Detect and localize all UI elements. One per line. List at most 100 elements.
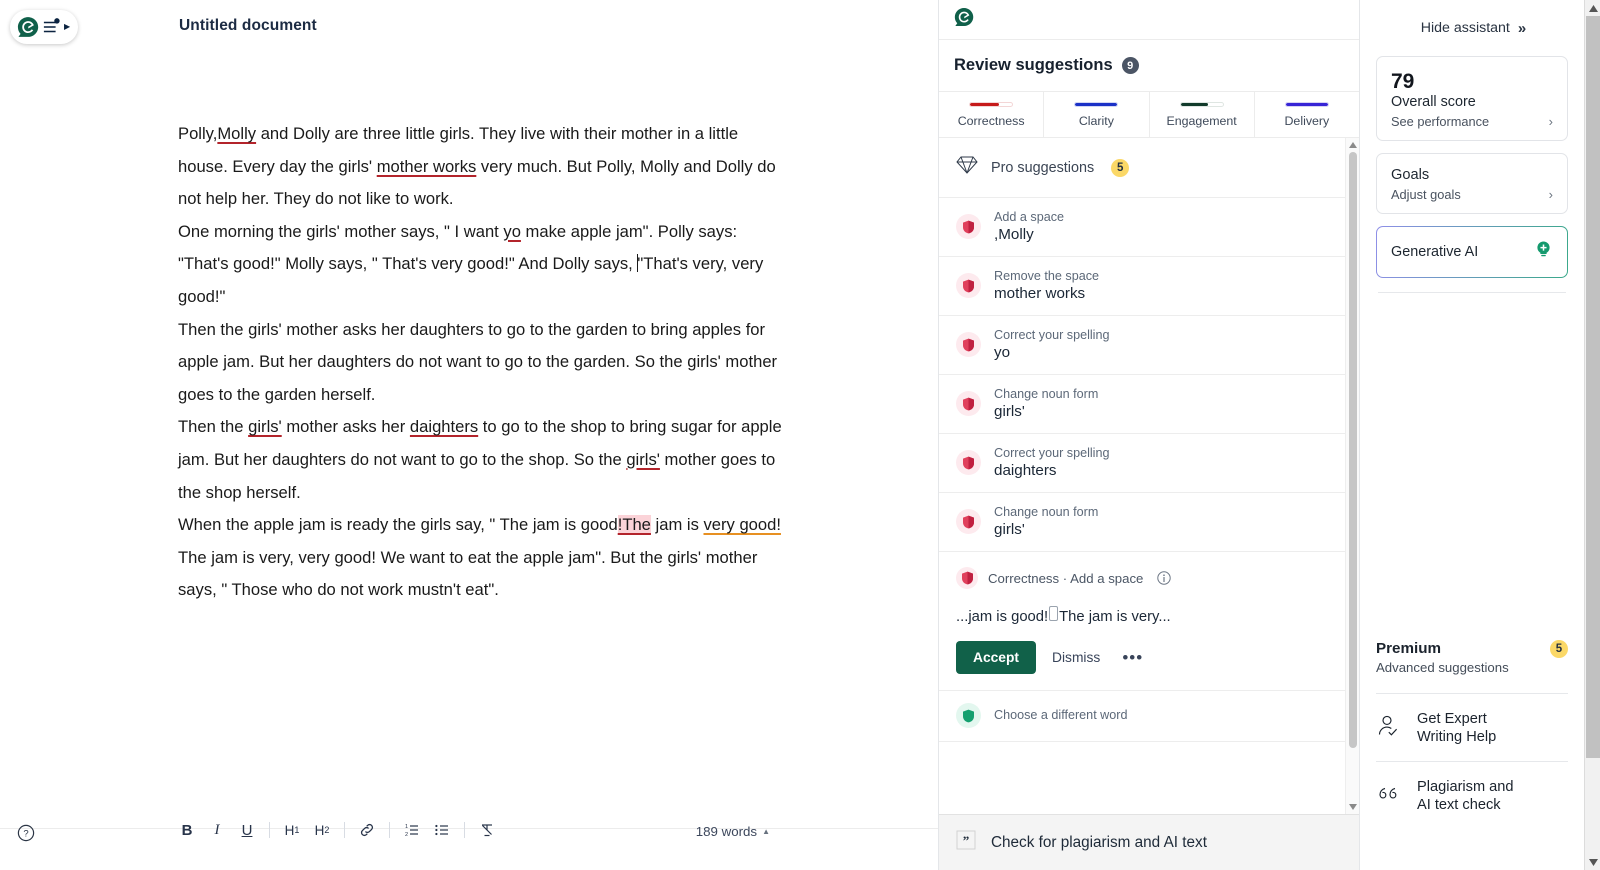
toolbar-divider: [269, 822, 270, 838]
accept-button[interactable]: Accept: [956, 641, 1037, 674]
panel-title: Review suggestions: [954, 56, 1113, 74]
document-text-run: The jam is very, very good! We want to e…: [178, 547, 758, 600]
adjust-goals-label: Adjust goals: [1391, 187, 1461, 203]
panel-scrollbar[interactable]: [1345, 138, 1359, 814]
suggestion-target-text: girls': [994, 521, 1025, 538]
editor-bottom-toolbar: ? B I U H1 H2 1 2 189 words ▲: [0, 822, 938, 870]
panel-scrollbar-thumb[interactable]: [1349, 152, 1357, 748]
generative-ai-label: Generative AI: [1391, 244, 1479, 261]
adjust-goals-link[interactable]: Adjust goals ›: [1391, 187, 1553, 202]
document-text-run: mother asks her: [281, 417, 410, 437]
help-circle-icon[interactable]: ?: [17, 824, 35, 842]
document-text-run: Polly,: [178, 124, 218, 143]
premium-row[interactable]: Premium Advanced suggestions 5: [1376, 640, 1568, 675]
card-header: Correctness · Add a space: [956, 567, 1342, 589]
suggestion-item[interactable]: Choose a different word: [939, 691, 1359, 742]
pro-suggestions-row[interactable]: Pro suggestions 5: [939, 138, 1359, 198]
active-suggestion-highlight[interactable]: !The: [617, 515, 651, 535]
correctness-shield-icon: [956, 450, 981, 475]
suggestion-item[interactable]: Remove the space mother works: [939, 257, 1359, 316]
suggestions-scroll-area[interactable]: Pro suggestions 5 Add a space ,Molly Remove …: [939, 138, 1359, 814]
correctness-shield-icon: [956, 214, 981, 239]
engagement-suggestion-underline[interactable]: very good!: [703, 515, 780, 534]
grammarly-g-icon: [954, 7, 974, 32]
correctness-shield-icon: [956, 567, 978, 589]
toolbar-divider: [344, 822, 345, 838]
plagiarism-ai-check-label: Plagiarism and AI text check: [1417, 779, 1514, 813]
chevron-right-icon: ›: [1548, 187, 1553, 203]
grammar-error-underline[interactable]: girls': [248, 417, 282, 436]
grammarly-logo-pill[interactable]: ▶: [10, 10, 78, 44]
page-scroll-up-arrow-icon[interactable]: [1585, 0, 1600, 16]
goals-card[interactable]: Goals Adjust goals ›: [1376, 153, 1568, 215]
svg-text:?: ?: [23, 829, 28, 840]
grammarly-editor-app: ▶ Untitled document Polly,Molly and Doll…: [0, 0, 1600, 870]
suggestion-kind: Choose a different word: [994, 707, 1128, 722]
document-title[interactable]: Untitled document: [179, 17, 317, 35]
suggestion-item[interactable]: Change noun form girls': [939, 493, 1359, 552]
premium-subtitle: Advanced suggestions: [1376, 660, 1509, 675]
sliders-icon: [42, 18, 62, 36]
overall-score-label: Overall score: [1391, 94, 1476, 111]
category-tab-correctness[interactable]: Correctness: [939, 92, 1045, 137]
suggestions-panel: Review suggestions 9 Correctness Clarity E…: [938, 0, 1360, 870]
page-scroll-down-arrow-icon[interactable]: [1585, 854, 1600, 870]
suggestion-kind: Correct your spelling: [994, 328, 1110, 342]
see-performance-link[interactable]: See performance ›: [1391, 114, 1553, 129]
pro-suggestions-badge: 5: [1111, 158, 1130, 177]
grammar-error-underline[interactable]: daighters: [410, 417, 478, 436]
correctness-shield-icon: [956, 332, 981, 357]
suggestion-item[interactable]: Change noun form girls': [939, 375, 1359, 434]
word-count[interactable]: 189 words ▲: [696, 824, 770, 839]
more-options-button[interactable]: •••: [1116, 649, 1149, 666]
scroll-up-arrow-icon[interactable]: [1346, 138, 1359, 152]
plagiarism-ai-check-link[interactable]: Plagiarism and AI text check: [1376, 762, 1568, 829]
document-text-area[interactable]: Polly,Molly and Dolly are three little g…: [178, 118, 786, 607]
bold-button[interactable]: B: [172, 817, 202, 843]
premium-title: Premium: [1376, 640, 1441, 657]
grammar-error-underline[interactable]: yo: [503, 222, 521, 241]
dismiss-button[interactable]: Dismiss: [1050, 646, 1102, 669]
suggestion-item[interactable]: Add a space ,Molly: [939, 198, 1359, 257]
generative-ai-card[interactable]: Generative AI: [1376, 226, 1568, 278]
category-tab-clarity[interactable]: Clarity: [1044, 92, 1150, 137]
ordered-list-icon[interactable]: 1 2: [397, 817, 427, 843]
document-text-run: One morning the girls' mother says, " I …: [178, 221, 504, 241]
diamond-icon: [956, 156, 978, 179]
bullet-list-icon[interactable]: [427, 817, 457, 843]
link-icon[interactable]: [352, 817, 382, 843]
category-label: Delivery: [1284, 113, 1330, 128]
category-tab-delivery[interactable]: Delivery: [1255, 92, 1359, 137]
category-progress-bar: [1179, 101, 1224, 107]
underline-button[interactable]: U: [232, 817, 262, 843]
suggestion-kind: Add a space: [994, 210, 1065, 224]
correctness-shield-icon: [956, 391, 981, 416]
hide-assistant-label: Hide assistant: [1420, 20, 1510, 36]
clear-formatting-icon[interactable]: [472, 817, 502, 843]
panel-header: Review suggestions 9: [939, 40, 1359, 92]
overall-score-card[interactable]: 79 Overall score See performance ›: [1376, 56, 1568, 142]
heading1-button[interactable]: H1: [277, 817, 307, 843]
suggestion-target-text: yo: [994, 344, 1011, 361]
suggestion-target-text: daighters: [994, 462, 1057, 479]
overall-score-value: 79: [1391, 70, 1415, 93]
check-plagiarism-bar[interactable]: ” Check for plagiarism and AI text: [939, 814, 1359, 870]
suggestion-item[interactable]: Correct your spelling daighters: [939, 434, 1359, 493]
page-scrollbar[interactable]: [1584, 0, 1600, 870]
scroll-down-arrow-icon[interactable]: [1346, 800, 1359, 814]
italic-button[interactable]: I: [202, 817, 232, 843]
get-expert-writing-help-link[interactable]: Get Expert Writing Help: [1376, 694, 1568, 761]
category-tab-engagement[interactable]: Engagement: [1150, 92, 1255, 137]
grammar-error-underline[interactable]: Molly: [217, 124, 256, 143]
grammar-error-underline[interactable]: mother works: [377, 157, 477, 176]
category-label: Correctness: [957, 113, 1025, 128]
correctness-shield-icon: [956, 273, 981, 298]
suggestion-item[interactable]: Correct your spelling yo: [939, 316, 1359, 375]
info-icon[interactable]: [1157, 571, 1172, 585]
grammar-error-underline[interactable]: girls': [626, 450, 660, 469]
page-scrollbar-thumb[interactable]: [1586, 16, 1600, 758]
heading2-button[interactable]: H2: [307, 817, 337, 843]
hide-assistant-button[interactable]: Hide assistant »: [1376, 0, 1568, 56]
check-plagiarism-label: Check for plagiarism and AI text: [991, 833, 1207, 851]
preview-after: The jam is very...: [1059, 609, 1171, 625]
